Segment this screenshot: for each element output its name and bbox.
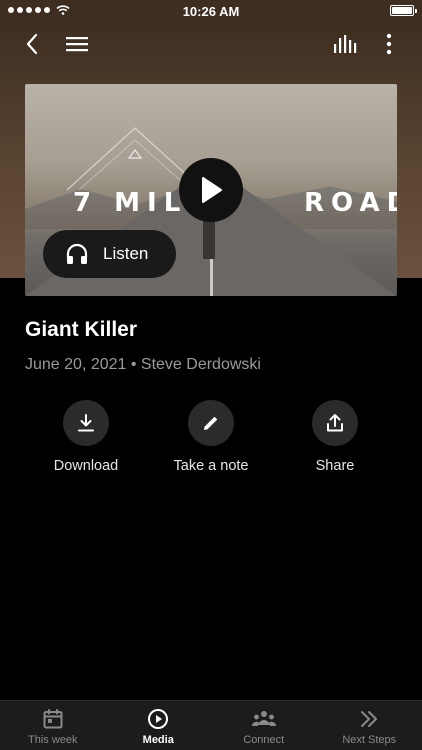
more-button[interactable] <box>376 30 402 58</box>
people-icon <box>251 711 276 726</box>
tab-next-steps[interactable]: Next Steps <box>317 701 422 750</box>
sermon-title: Giant Killer <box>25 318 138 341</box>
more-vertical-icon <box>386 33 392 55</box>
audio-button[interactable] <box>330 30 360 58</box>
listen-button[interactable]: Listen <box>43 230 176 278</box>
status-bar: 10:26 AM <box>0 0 422 22</box>
menu-button[interactable] <box>62 30 92 58</box>
tab-this-week[interactable]: This week <box>0 701 106 750</box>
share-label: Share <box>315 458 355 474</box>
play-icon <box>202 177 222 203</box>
pencil-icon <box>204 416 218 430</box>
share-circle <box>312 400 358 446</box>
chevrons-right-icon <box>361 711 378 727</box>
audio-bars-icon <box>334 35 357 53</box>
share-icon <box>327 414 343 432</box>
tab-media[interactable]: Media <box>106 701 212 750</box>
tab-bar: This week Media Connect Next Steps <box>0 700 422 750</box>
take-note-circle <box>188 400 234 446</box>
play-circle-icon <box>148 709 169 729</box>
share-button[interactable]: Share <box>280 400 390 474</box>
download-label: Download <box>53 458 119 474</box>
status-time: 10:26 AM <box>182 4 240 19</box>
take-note-label: Take a note <box>173 458 249 474</box>
tab-connect-label: Connect <box>243 734 285 746</box>
sermon-meta: June 20, 2021 • Steve Derdowski <box>25 356 261 373</box>
artwork-title-right: ROAD <box>304 188 397 218</box>
download-circle <box>63 400 109 446</box>
play-button[interactable] <box>179 158 243 222</box>
back-button[interactable] <box>18 30 46 58</box>
tab-media-label: Media <box>142 734 174 746</box>
tab-connect[interactable]: Connect <box>211 701 317 750</box>
battery-icon <box>390 5 417 16</box>
hamburger-icon <box>66 37 88 52</box>
chevron-left-icon <box>26 33 38 55</box>
tab-next-steps-label: Next Steps <box>342 734 397 746</box>
listen-label: Listen <box>103 244 149 263</box>
media-artwork: 7 MILEROAD Listen <box>25 84 397 296</box>
download-icon <box>78 414 94 432</box>
take-note-button[interactable]: Take a note <box>156 400 266 474</box>
tab-this-week-label: This week <box>27 734 78 746</box>
download-button[interactable]: Download <box>31 400 141 474</box>
calendar-icon <box>43 709 63 729</box>
headphones-icon <box>66 243 88 264</box>
action-row: Download Take a note Share <box>0 400 422 480</box>
